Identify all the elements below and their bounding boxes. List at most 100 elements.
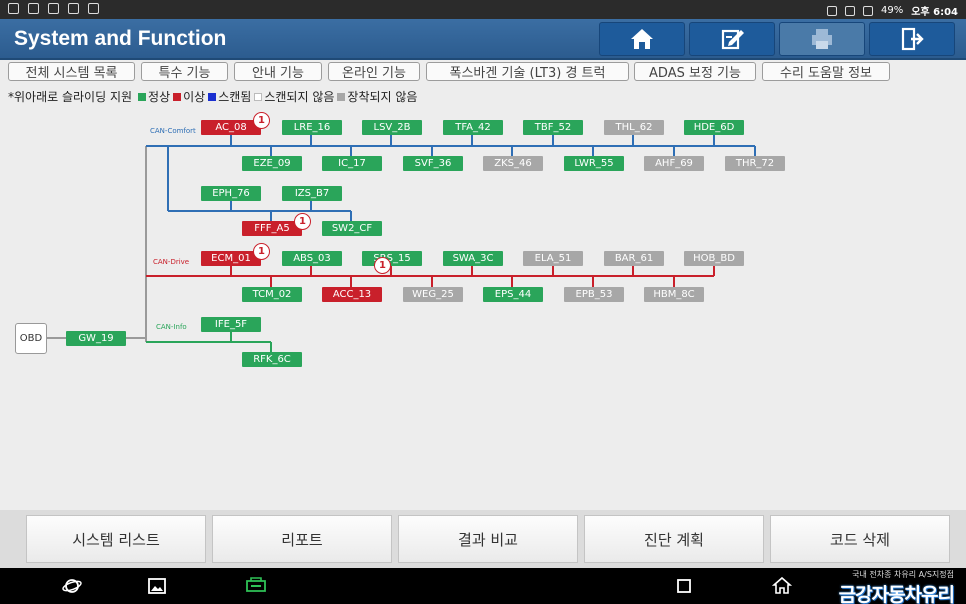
app-notification-icon: [68, 3, 79, 14]
watermark: 국내 전차종 차유리 A/S지정점 금강자동차유리: [838, 569, 955, 604]
status-bar: 49% 오후 6:04: [0, 0, 966, 19]
module-node[interactable]: HDE_6D: [684, 120, 744, 135]
module-node[interactable]: ZKS_46: [483, 156, 543, 171]
legend-swatch-abnormal: [173, 92, 182, 101]
gallery-nav-button[interactable]: [147, 576, 167, 596]
app-header: System and Function: [0, 19, 966, 60]
lock-notification-icon: [88, 3, 99, 14]
print-button[interactable]: [779, 22, 865, 56]
module-node[interactable]: AHF_69: [644, 156, 704, 171]
module-node[interactable]: EPS_44: [483, 287, 543, 302]
module-node[interactable]: LSV_2B: [362, 120, 422, 135]
tab-online-functions[interactable]: 온라인 기능: [328, 62, 420, 81]
module-node[interactable]: EPB_53: [564, 287, 624, 302]
module-node[interactable]: EZE_09: [242, 156, 302, 171]
notification-icons: [8, 3, 99, 14]
module-node[interactable]: AC_08: [201, 120, 261, 135]
fault-count-badge: 1: [253, 243, 270, 260]
tab-guide-functions[interactable]: 안내 기능: [234, 62, 322, 81]
recent-apps-button[interactable]: [674, 576, 694, 596]
exit-icon: [901, 27, 924, 51]
module-node[interactable]: RFK_6C: [242, 352, 302, 367]
legend-normal: 정상: [148, 90, 171, 104]
fault-count-badge: 1: [374, 257, 391, 274]
module-node[interactable]: SVF_36: [403, 156, 463, 171]
clear-codes-button[interactable]: 코드 삭제: [770, 515, 950, 563]
module-node[interactable]: SRS_15: [362, 251, 422, 266]
module-node[interactable]: EPH_76: [201, 186, 261, 201]
module-node[interactable]: WEG_25: [403, 287, 463, 302]
bus-label-can-drive: CAN-Drive: [153, 258, 190, 266]
clock: 오후 6:04: [911, 7, 958, 18]
module-node[interactable]: IFE_5F: [201, 317, 261, 332]
module-node[interactable]: IC_17: [322, 156, 382, 171]
legend-not-scanned: 스캔되지 않음: [264, 90, 335, 104]
bus-label-can-comfort: CAN-Comfort: [150, 127, 196, 135]
module-node[interactable]: THL_62: [604, 120, 664, 135]
battery-level: 49%: [881, 5, 904, 16]
watermark-title: 금강자동차유리: [838, 584, 955, 604]
function-tabs: 전체 시스템 목록 특수 기능 안내 기능 온라인 기능 폭스바겐 기술 (LT…: [0, 62, 966, 82]
edit-icon: [721, 29, 744, 50]
obd-connector: OBD: [15, 323, 47, 354]
module-node[interactable]: THR_72: [725, 156, 785, 171]
gallery-notification-icon: [8, 3, 19, 14]
module-node[interactable]: TFA_42: [443, 120, 503, 135]
wifi-icon: [845, 5, 855, 16]
browser-nav-button[interactable]: [62, 576, 82, 596]
fault-count-badge: 1: [253, 112, 270, 129]
module-node[interactable]: SWA_3C: [443, 251, 503, 266]
system-navigation-bar: [0, 568, 966, 604]
legend-scanned: 스캔됨: [218, 90, 252, 104]
module-node[interactable]: ECM_01: [201, 251, 261, 266]
exit-button[interactable]: [869, 22, 955, 56]
vci-nav-button[interactable]: [244, 576, 268, 596]
home-outline-icon: [772, 576, 792, 594]
module-node[interactable]: LWR_55: [564, 156, 624, 171]
bluetooth-icon: [827, 5, 837, 16]
bus-lines: [47, 135, 756, 352]
home-nav-button[interactable]: [772, 576, 792, 596]
tab-vw-lt3-light-truck[interactable]: 폭스바겐 기술 (LT3) 경 트럭: [426, 62, 629, 81]
orbit-icon: [62, 579, 82, 593]
home-button[interactable]: [599, 22, 685, 56]
legend-abnormal: 이상: [183, 90, 206, 104]
tab-special-functions[interactable]: 특수 기능: [141, 62, 228, 81]
watermark-subtitle: 국내 전차종 차유리 A/S지정점: [852, 570, 954, 579]
legend-swatch-not-installed: [337, 92, 346, 101]
module-node[interactable]: BAR_61: [604, 251, 664, 266]
module-node[interactable]: SW2_CF: [322, 221, 382, 236]
module-gateway[interactable]: GW_19: [66, 331, 126, 346]
system-list-button[interactable]: 시스템 리스트: [26, 515, 206, 563]
legend-swatch-not-scanned: [254, 92, 263, 101]
module-node[interactable]: TBF_52: [523, 120, 583, 135]
module-node[interactable]: HOB_BD: [684, 251, 744, 266]
tab-all-systems[interactable]: 전체 시스템 목록: [8, 62, 135, 81]
report-edit-button[interactable]: [689, 22, 775, 56]
module-node[interactable]: HBM_8C: [644, 287, 704, 302]
printer-icon: [812, 29, 832, 49]
module-node[interactable]: FFF_A5: [242, 221, 302, 236]
bottom-action-bar: 시스템 리스트 리포트 결과 비교 진단 계획 코드 삭제: [0, 510, 966, 568]
system-status: 49% 오후 6:04: [827, 3, 958, 18]
vci-connector-icon: [246, 577, 266, 592]
legend-hint: *위아래로 슬라이딩 지원: [8, 90, 133, 104]
legend-swatch-normal: [138, 92, 147, 101]
diagnostic-plan-button[interactable]: 진단 계획: [584, 515, 764, 563]
module-node[interactable]: ELA_51: [523, 251, 583, 266]
tab-repair-help-info[interactable]: 수리 도움말 정보: [762, 62, 890, 81]
module-node[interactable]: IZS_B7: [282, 186, 342, 201]
compare-results-button[interactable]: 결과 비교: [398, 515, 578, 563]
module-node[interactable]: ABS_03: [282, 251, 342, 266]
report-button[interactable]: 리포트: [212, 515, 392, 563]
home-icon: [631, 29, 653, 49]
module-node[interactable]: LRE_16: [282, 120, 342, 135]
status-legend: *위아래로 슬라이딩 지원 정상 이상 스캔됨 스캔되지 않음 장착되지 않음: [8, 88, 417, 105]
usb-notification-icon: [28, 3, 39, 14]
module-node[interactable]: ACC_13: [322, 287, 382, 302]
module-node[interactable]: TCM_02: [242, 287, 302, 302]
bus-label-can-info: CAN-Info: [156, 323, 187, 331]
page-title: System and Function: [14, 27, 227, 50]
legend-not-installed: 장착되지 않음: [347, 90, 418, 104]
tab-adas-calibration[interactable]: ADAS 보정 기능: [634, 62, 756, 81]
